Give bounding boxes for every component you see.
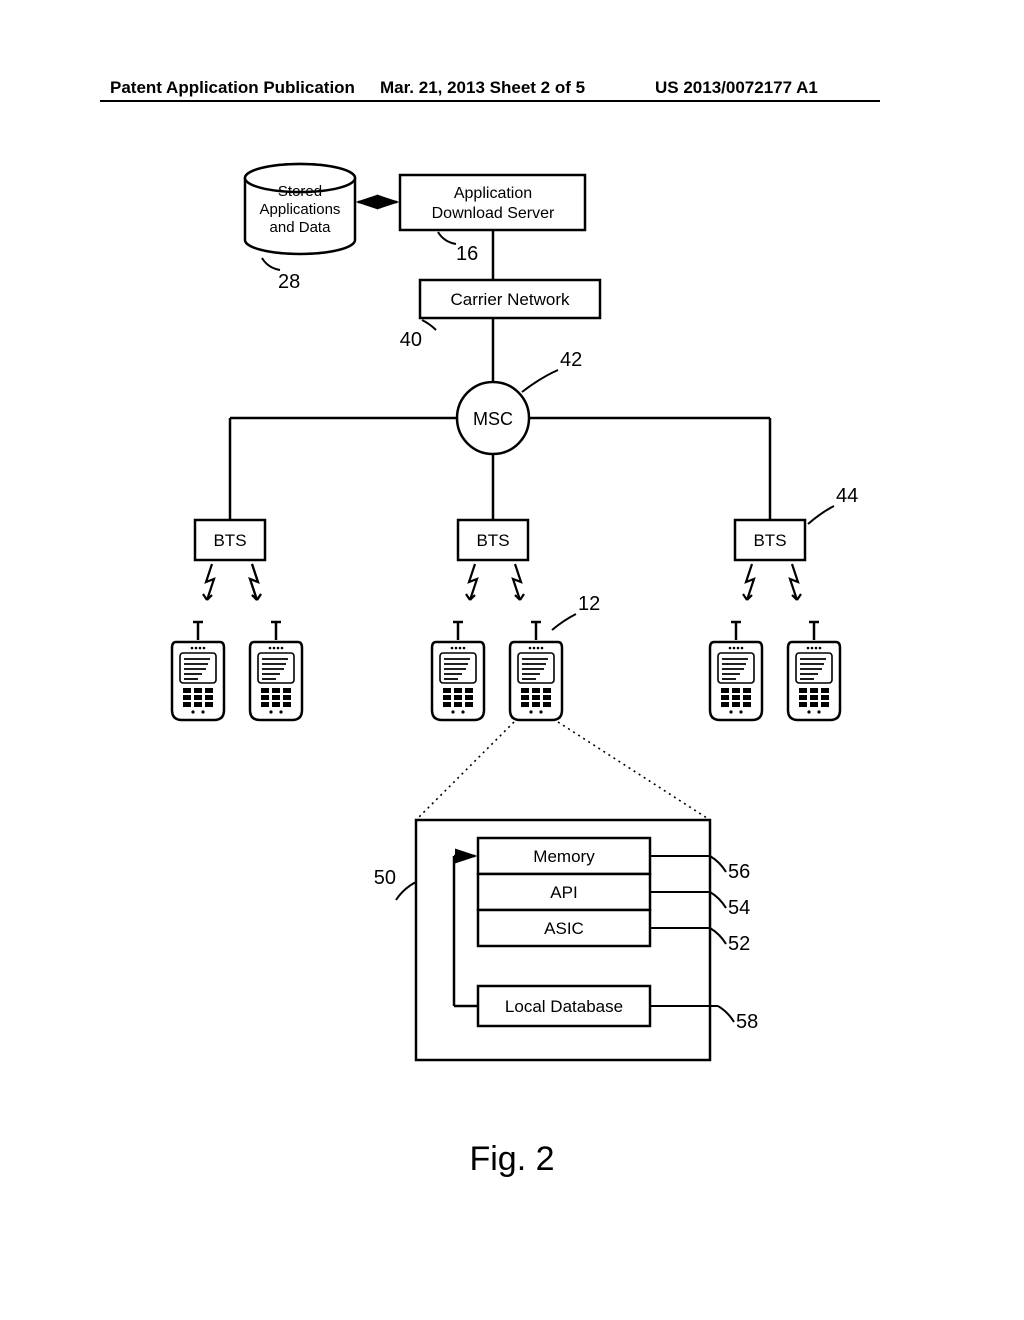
phone-icon [250, 622, 302, 720]
expansion-line [558, 722, 710, 820]
label-58: 58 [736, 1011, 758, 1033]
db-line3: and Data [270, 219, 332, 236]
figure-caption: Fig. 2 [0, 1140, 1024, 1179]
label-42: 42 [560, 349, 582, 371]
label-54: 54 [728, 897, 750, 919]
memory-label: Memory [533, 847, 595, 866]
server-line1: Application [454, 185, 532, 202]
db-line1: Stored [278, 183, 322, 200]
db-line2: Applications [260, 201, 341, 218]
application-download-server: Application Download Server [400, 175, 585, 230]
label-40: 40 [400, 329, 422, 351]
label-52: 52 [728, 933, 750, 955]
header-right: US 2013/0072177 A1 [655, 78, 818, 98]
header-mid: Mar. 21, 2013 Sheet 2 of 5 [380, 78, 585, 98]
phone-icon [788, 622, 840, 720]
label-56: 56 [728, 861, 750, 883]
label-12: 12 [578, 593, 600, 615]
label-28: 28 [278, 271, 300, 293]
wireless-icon [743, 564, 754, 600]
server-line2: Download Server [432, 205, 555, 222]
bts-right-label: BTS [753, 531, 786, 550]
bts-mid: BTS [458, 520, 528, 560]
api-label: API [550, 883, 577, 902]
msc-node: MSC [457, 382, 529, 454]
wireless-icon [203, 564, 214, 600]
label-50: 50 [374, 867, 396, 889]
phone-icon [510, 622, 562, 720]
header-left: Patent Application Publication [110, 78, 355, 98]
asic-label: ASIC [544, 919, 584, 938]
expansion-line [416, 722, 514, 820]
localdb-label: Local Database [505, 997, 623, 1016]
bts-mid-label: BTS [476, 531, 509, 550]
label-16: 16 [456, 243, 478, 265]
phone-icon [172, 622, 224, 720]
msc-label: MSC [473, 409, 513, 429]
bts-right: BTS [735, 520, 805, 560]
phone-icon [432, 622, 484, 720]
carrier-network: Carrier Network [420, 280, 600, 318]
bts-left-label: BTS [213, 531, 246, 550]
phone-icon [710, 622, 762, 720]
diagram: Stored Applications and Data 28 Applicat… [0, 140, 1024, 1260]
header-rule [100, 100, 880, 102]
carrier-label: Carrier Network [450, 290, 570, 309]
stored-applications-db: Stored Applications and Data [245, 164, 355, 254]
label-44: 44 [836, 485, 858, 507]
bts-left: BTS [195, 520, 265, 560]
wireless-icon [466, 564, 477, 600]
